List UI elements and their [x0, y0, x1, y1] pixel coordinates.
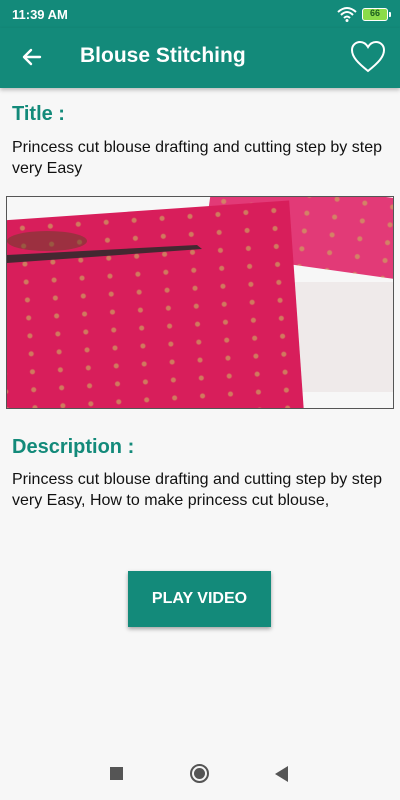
wifi-icon [337, 7, 357, 22]
video-thumbnail[interactable] [6, 196, 394, 409]
back-icon[interactable] [275, 766, 288, 782]
thumbnail-background [292, 282, 393, 392]
recent-apps-icon[interactable] [110, 767, 123, 780]
back-arrow-icon[interactable] [20, 45, 44, 69]
description-heading: Description : [12, 436, 135, 458]
play-video-button[interactable]: PLAY VIDEO [128, 571, 271, 627]
system-nav-bar [0, 748, 400, 800]
scissors-icon [7, 231, 202, 263]
status-bar: 11:39 AM 66 [0, 0, 400, 28]
title-text: Princess cut blouse drafting and cutting… [12, 139, 382, 177]
status-time: 11:39 AM [12, 7, 68, 22]
app-bar: Blouse Stitching [0, 28, 400, 88]
description-text: Princess cut blouse drafting and cutting… [12, 471, 382, 509]
battery-icon: 66 [362, 8, 391, 21]
title-heading: Title : [12, 103, 65, 125]
app-title: Blouse Stitching [80, 44, 246, 67]
home-icon[interactable] [190, 764, 209, 783]
battery-level: 66 [369, 8, 380, 18]
heart-outline-icon[interactable] [350, 40, 386, 74]
